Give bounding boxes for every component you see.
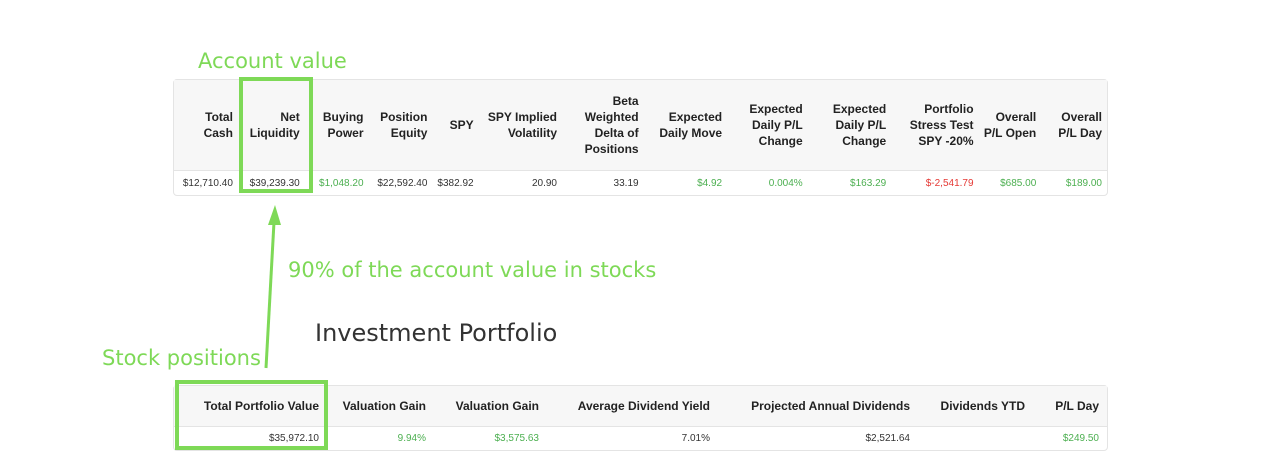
header-spy-implied-volatility[interactable]: SPY Implied Volatility (478, 80, 562, 171)
value-spy: $382.92 (437, 177, 474, 189)
value-valuation-gain-amount: $3,575.63 (494, 432, 540, 444)
header-valuation-gain-amount[interactable]: Valuation Gain (434, 386, 547, 426)
value-total-cash: $12,710.40 (182, 177, 233, 189)
value-position-equity: $22,592.40 (377, 177, 428, 189)
header-portfolio-stress-test[interactable]: Portfolio Stress Test SPY -20% (891, 80, 979, 171)
value-portfolio-stress-test: $-2,541.79 (925, 177, 974, 189)
value-average-dividend-yield: 7.01% (681, 432, 710, 444)
header-overall-pl-day[interactable]: Overall P/L Day (1041, 80, 1107, 171)
header-expected-daily-pl-change-2[interactable]: Expected Daily P/L Change (807, 80, 892, 171)
header-pl-day[interactable]: P/L Day (1033, 386, 1107, 426)
account-summary-table: Total Cash Net Liquidity Buying Power Po… (174, 80, 1107, 195)
header-total-cash[interactable]: Total Cash (174, 80, 238, 171)
table-row: $12,710.40 $39,239.30 $1,048.20 $22,592.… (174, 171, 1107, 195)
value-overall-pl-open: $685.00 (1000, 177, 1037, 189)
value-expected-daily-pl-change-2: $163.29 (850, 177, 887, 189)
annotation-stocks-share: 90% of the account value in stocks (288, 258, 657, 282)
value-projected-annual-dividends: $2,521.64 (865, 432, 911, 444)
header-overall-pl-open[interactable]: Overall P/L Open (978, 80, 1042, 171)
header-average-dividend-yield[interactable]: Average Dividend Yield (547, 386, 718, 426)
value-valuation-gain-pct: 9.94% (397, 432, 426, 444)
header-expected-daily-move[interactable]: Expected Daily Move (643, 80, 728, 171)
account-summary-card: Total Cash Net Liquidity Buying Power Po… (173, 79, 1108, 196)
header-projected-annual-dividends[interactable]: Projected Annual Dividends (718, 386, 918, 426)
value-beta-weighted-delta: 33.19 (613, 177, 639, 189)
total-portfolio-value-highlight (175, 380, 328, 450)
value-expected-daily-move: $4.92 (697, 177, 723, 189)
page-title: Investment Portfolio (315, 319, 558, 347)
value-spy-implied-volatility: 20.90 (531, 177, 557, 189)
annotation-account-value: Account value (198, 49, 347, 73)
value-pl-day: $249.50 (1062, 432, 1099, 444)
header-dividends-ytd[interactable]: Dividends YTD (918, 386, 1033, 426)
header-beta-weighted-delta[interactable]: Beta Weighted Delta of Positions (562, 80, 644, 171)
header-position-equity[interactable]: Position Equity (368, 80, 433, 171)
header-expected-daily-pl-change-1[interactable]: Expected Daily P/L Change (727, 80, 808, 171)
net-liquidity-highlight (239, 77, 313, 193)
annotation-stock-positions: Stock positions (102, 346, 261, 370)
value-dividends-ytd (918, 426, 1033, 450)
header-valuation-gain-pct[interactable]: Valuation Gain (327, 386, 434, 426)
header-spy[interactable]: SPY (432, 80, 479, 171)
value-expected-daily-pl-change-1: 0.004% (768, 177, 803, 189)
header-buying-power[interactable]: Buying Power (304, 80, 369, 171)
value-overall-pl-day: $189.00 (1065, 177, 1102, 189)
value-buying-power: $1,048.20 (319, 177, 364, 189)
